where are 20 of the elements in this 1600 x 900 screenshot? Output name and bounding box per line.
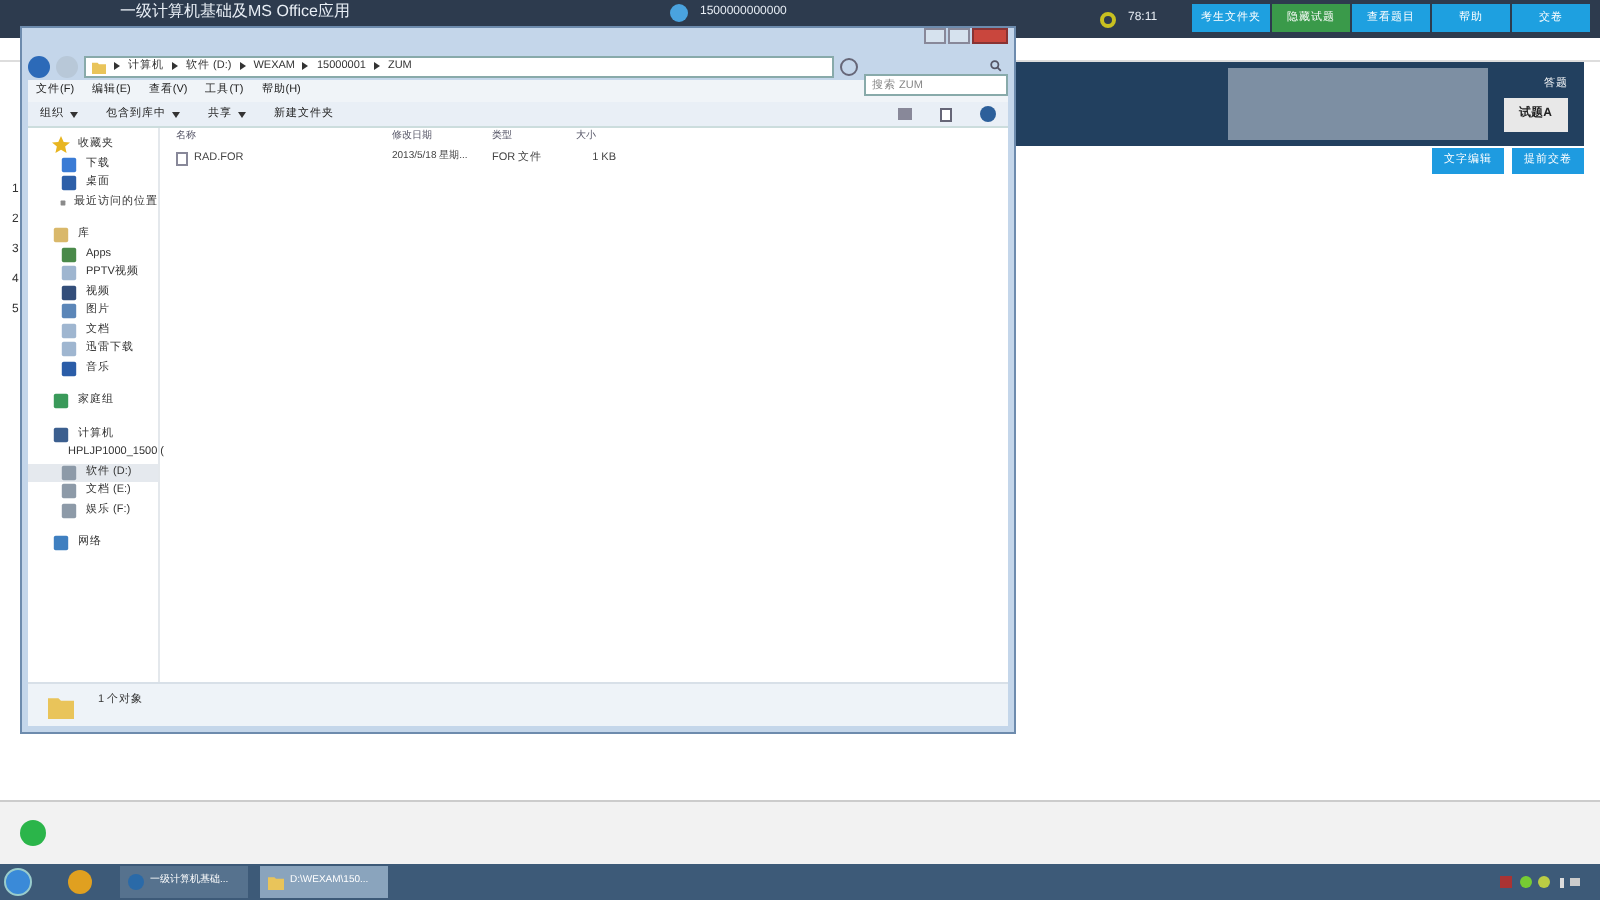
breadcrumb-arrow-icon	[302, 62, 309, 70]
breadcrumb-arrow-icon	[172, 62, 178, 70]
minimize-button[interactable]	[924, 28, 946, 44]
folder-icon	[92, 59, 106, 73]
close-button[interactable]	[972, 28, 1008, 44]
preview-pane-icon[interactable]	[940, 107, 952, 121]
star-icon	[52, 136, 70, 155]
breadcrumb-arrow-icon	[114, 62, 120, 70]
folder-icon	[268, 874, 284, 890]
tray-icons	[1500, 874, 1580, 890]
caret-icon	[70, 111, 78, 117]
caret-icon	[238, 111, 246, 117]
search-icon	[990, 60, 1002, 72]
maximize-button[interactable]	[948, 28, 970, 44]
exam-title: 一级计算机基础及MS Office应用	[120, 4, 352, 20]
breadcrumb-arrow-icon	[373, 62, 380, 70]
refresh-icon[interactable]	[840, 57, 858, 75]
timer-icon	[1100, 11, 1116, 27]
breadcrumb-arrow-icon	[239, 62, 246, 70]
caret-icon	[172, 111, 180, 117]
